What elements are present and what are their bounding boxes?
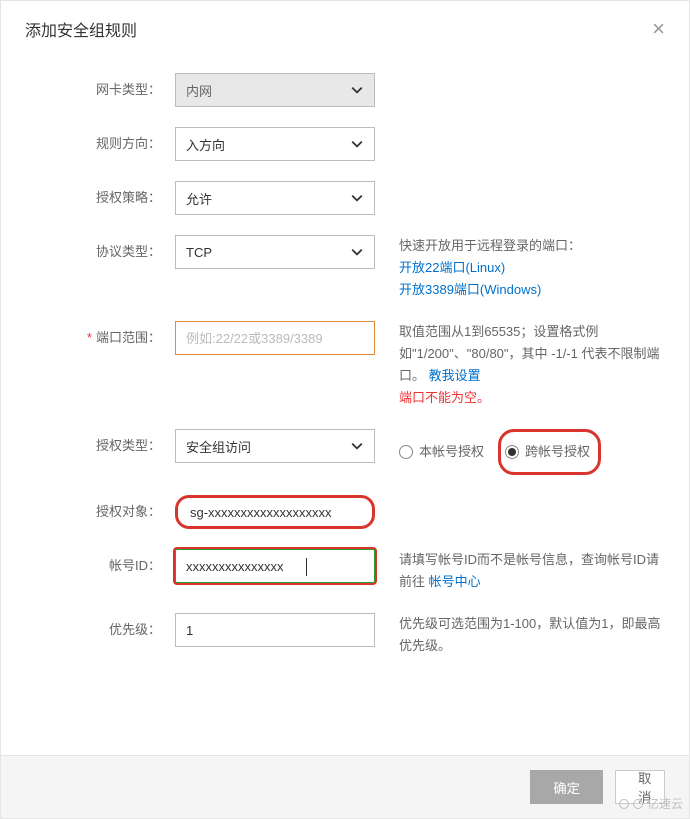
row-policy: 授权策略： 允许 bbox=[25, 181, 665, 215]
link-teach-me[interactable]: 教我设置 bbox=[429, 368, 481, 383]
input-priority-wrap bbox=[175, 613, 375, 647]
link-account-center[interactable]: 帐号中心 bbox=[429, 574, 481, 589]
input-port-range[interactable] bbox=[186, 322, 364, 354]
radio-icon bbox=[399, 445, 413, 459]
row-port-range: *端口范围： 取值范围从1到65535；设置格式例如"1/200"、"80/80… bbox=[25, 321, 665, 409]
chevron-down-icon bbox=[350, 191, 364, 205]
radio-cross-account[interactable]: 跨帐号授权 bbox=[505, 435, 590, 469]
dialog-title: 添加安全组规则 bbox=[25, 17, 137, 41]
highlight-cross-account: 跨帐号授权 bbox=[498, 429, 601, 475]
watermark: 亿速云 bbox=[619, 795, 683, 812]
select-direction[interactable]: 入方向 bbox=[175, 127, 375, 161]
auth-scope-radios: 本帐号授权 跨帐号授权 bbox=[375, 429, 665, 475]
hint-priority: 优先级可选范围为1-100，默认值为1，即最高优先级。 bbox=[375, 613, 665, 657]
row-auth-type: 授权类型： 安全组访问 本帐号授权 跨帐号授权 bbox=[25, 429, 665, 475]
label-auth-type: 授权类型： bbox=[25, 429, 175, 463]
chevron-down-icon bbox=[350, 439, 364, 453]
input-auth-target-wrap bbox=[175, 495, 375, 529]
label-priority: 优先级： bbox=[25, 613, 175, 647]
error-port-empty: 端口不能为空。 bbox=[399, 387, 665, 409]
select-auth-type[interactable]: 安全组访问 bbox=[175, 429, 375, 463]
select-nic-type[interactable]: 内网 bbox=[175, 73, 375, 107]
watermark-icon bbox=[633, 799, 643, 809]
label-direction: 规则方向： bbox=[25, 127, 175, 161]
select-direction-value: 入方向 bbox=[186, 135, 225, 154]
row-auth-target: 授权对象： bbox=[25, 495, 665, 529]
input-port-range-wrap bbox=[175, 321, 375, 355]
select-nic-type-value: 内网 bbox=[186, 81, 212, 100]
row-direction: 规则方向： 入方向 bbox=[25, 127, 665, 161]
radio-cross-account-label: 跨帐号授权 bbox=[525, 435, 590, 469]
input-auth-target[interactable] bbox=[190, 498, 360, 526]
form-body: 网卡类型： 内网 规则方向： 入方向 授权策略： 允许 协议类型： bbox=[1, 53, 689, 657]
chevron-down-icon bbox=[350, 137, 364, 151]
chevron-down-icon bbox=[350, 245, 364, 259]
label-policy: 授权策略： bbox=[25, 181, 175, 215]
select-auth-type-value: 安全组访问 bbox=[186, 437, 251, 456]
ok-button[interactable]: 确定 bbox=[530, 770, 603, 804]
watermark-text: 亿速云 bbox=[647, 795, 683, 812]
dialog-header: 添加安全组规则 × bbox=[1, 1, 689, 53]
hint-protocol-title: 快速开放用于远程登录的端口： bbox=[399, 235, 665, 257]
link-open-22[interactable]: 开放22端口(Linux) bbox=[399, 260, 505, 275]
select-policy[interactable]: 允许 bbox=[175, 181, 375, 215]
watermark-icon bbox=[619, 799, 629, 809]
link-open-3389[interactable]: 开放3389端口(Windows) bbox=[399, 282, 541, 297]
select-policy-value: 允许 bbox=[186, 189, 212, 208]
radio-icon-checked bbox=[505, 445, 519, 459]
input-priority[interactable] bbox=[186, 614, 364, 646]
label-nic-type: 网卡类型： bbox=[25, 73, 175, 107]
row-protocol: 协议类型： TCP 快速开放用于远程登录的端口： 开放22端口(Linux) 开… bbox=[25, 235, 665, 301]
label-port-range: *端口范围： bbox=[25, 321, 175, 355]
input-account-id[interactable] bbox=[186, 550, 364, 582]
hint-protocol: 快速开放用于远程登录的端口： 开放22端口(Linux) 开放3389端口(Wi… bbox=[375, 235, 665, 301]
label-auth-target: 授权对象： bbox=[25, 495, 175, 529]
select-protocol-value: TCP bbox=[186, 245, 212, 260]
label-account-id: 帐号ID： bbox=[25, 549, 175, 583]
row-priority: 优先级： 优先级可选范围为1-100，默认值为1，即最高优先级。 bbox=[25, 613, 665, 657]
close-icon[interactable]: × bbox=[652, 18, 665, 40]
hint-port-range: 取值范围从1到65535；设置格式例如"1/200"、"80/80"，其中 -1… bbox=[375, 321, 665, 409]
row-account-id: 帐号ID： 请填写帐号ID而不是帐号信息，查询帐号ID请前往 帐号中心 bbox=[25, 549, 665, 593]
radio-same-account[interactable]: 本帐号授权 bbox=[399, 435, 484, 469]
select-protocol[interactable]: TCP bbox=[175, 235, 375, 269]
chevron-down-icon bbox=[350, 83, 364, 97]
text-caret bbox=[306, 558, 307, 576]
input-account-id-wrap bbox=[175, 549, 375, 583]
row-nic-type: 网卡类型： 内网 bbox=[25, 73, 665, 107]
dialog-footer: 确定 取消 bbox=[1, 755, 689, 818]
hint-account-id: 请填写帐号ID而不是帐号信息，查询帐号ID请前往 帐号中心 bbox=[375, 549, 665, 593]
label-protocol: 协议类型： bbox=[25, 235, 175, 269]
radio-same-account-label: 本帐号授权 bbox=[419, 435, 484, 469]
